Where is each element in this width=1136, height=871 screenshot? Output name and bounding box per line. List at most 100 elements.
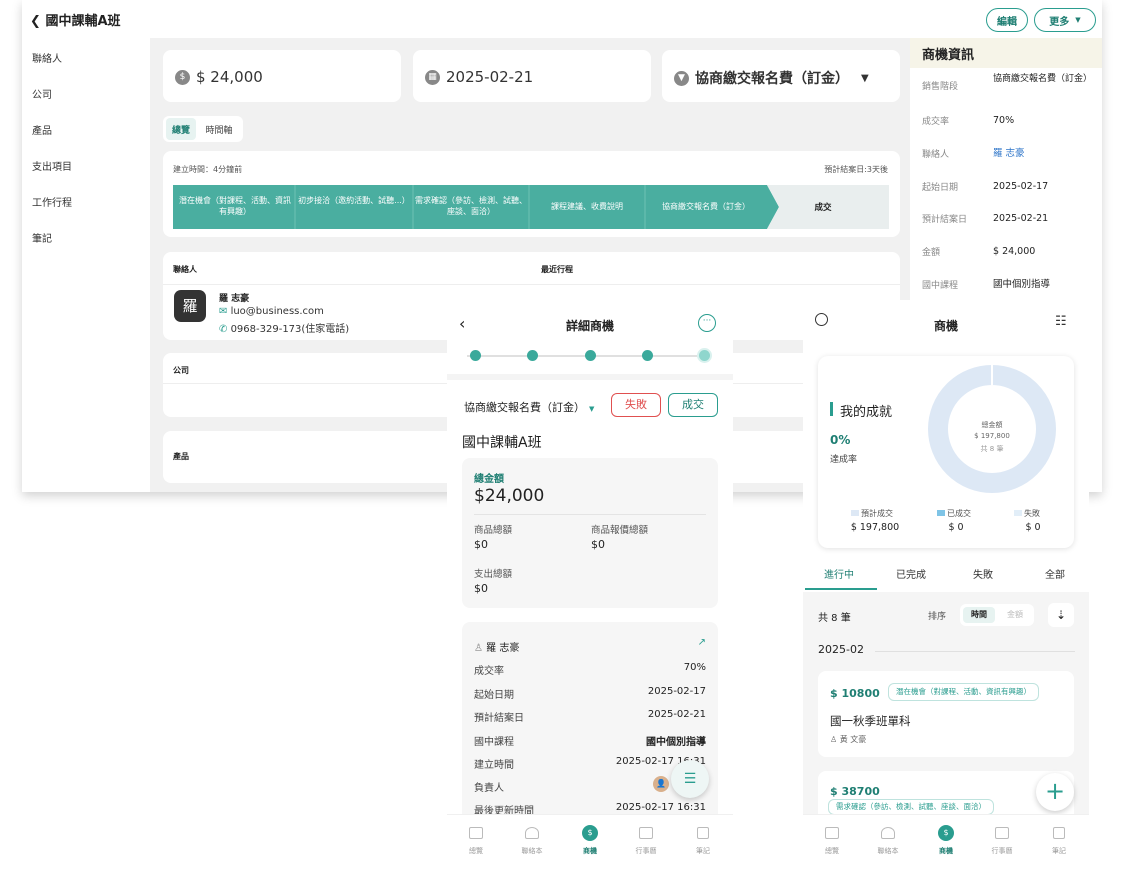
stage-step-3[interactable]: 需求確認（參訪、檢測、試聽、座談、面洽） bbox=[415, 195, 527, 217]
phone-icon: ✆ bbox=[219, 324, 231, 335]
caret-down-icon: ▼ bbox=[861, 72, 869, 84]
stage-select-value: 協商繳交報名費（訂金） bbox=[695, 71, 849, 87]
calendar-icon[interactable] bbox=[995, 827, 1009, 839]
more-options-icon[interactable]: ··· bbox=[698, 314, 716, 332]
money-bag-icon: $ bbox=[175, 69, 190, 85]
deal-owner: ♙ 黃 文豪 bbox=[830, 734, 866, 745]
calendar-icon[interactable] bbox=[639, 827, 653, 839]
stage-step-6[interactable]: 成交 bbox=[783, 201, 863, 213]
person-icon: ♙ bbox=[830, 735, 840, 744]
contacts-icon[interactable] bbox=[525, 827, 539, 839]
contact-email[interactable]: ✉ luo@business.com bbox=[219, 306, 324, 317]
amount-summary: 總金額 $24,000 商品總額 $0 商品報價總額 $0 支出總額 $0 bbox=[462, 458, 718, 608]
tab-completed[interactable]: 已完成 bbox=[883, 566, 939, 581]
phone-deals-list: 商機 ☷ 我的成就 0% 達成率 總金額 $ 197,800 共 8 筆 預計成… bbox=[803, 300, 1089, 860]
stage-select[interactable]: ▼ 協商繳交報名費（訂金） ▼ bbox=[662, 50, 900, 102]
sidebar-item-expenses[interactable]: 支出項目 bbox=[32, 158, 72, 173]
divider bbox=[875, 651, 1075, 652]
donut-label: 總金額 bbox=[981, 421, 1003, 429]
deal-stage-tag: 需求確認（參訪、檢測、試聽、座談、面洽） bbox=[828, 799, 994, 815]
filter-icon[interactable]: ☷ bbox=[1055, 314, 1067, 329]
info-label: 起始日期 bbox=[922, 183, 959, 193]
tab-in-progress[interactable]: 進行中 bbox=[811, 566, 867, 581]
month-header: 2025-02 bbox=[818, 643, 864, 656]
info-label: 國中課程 bbox=[922, 281, 959, 291]
expected-close: 預計結案日:3天後 bbox=[824, 165, 888, 174]
deal-amount: $ 38700 bbox=[830, 785, 880, 798]
deal-info-panel: 商機資訊 銷售階段 協商繳交報名費（訂金） 成交率 70% 聯絡人 羅 志豪 起… bbox=[910, 38, 1102, 300]
notes-icon[interactable] bbox=[697, 827, 709, 839]
caret-down-icon: ▼ bbox=[1075, 16, 1081, 24]
deals-icon[interactable]: $ bbox=[582, 825, 598, 841]
sort-by-amount[interactable]: 金額 bbox=[999, 607, 1031, 623]
stage-dropdown-label: 協商繳交報名費（訂金） bbox=[464, 401, 585, 414]
step-dot bbox=[642, 350, 653, 361]
detail-contact: ♙ 羅 志豪 bbox=[474, 639, 519, 654]
info-value: 國中個別指導 bbox=[993, 279, 1051, 290]
nav-label: 聯絡本 bbox=[877, 847, 899, 855]
add-deal-button[interactable]: + bbox=[1036, 773, 1074, 811]
current-step-dot bbox=[699, 350, 710, 361]
dashboard-icon[interactable] bbox=[469, 827, 483, 839]
caret-down-icon: ▼ bbox=[589, 405, 595, 413]
sidebar: 聯絡人 公司 產品 支出項目 工作行程 筆記 bbox=[22, 38, 150, 492]
deals-icon[interactable]: $ bbox=[938, 825, 954, 841]
lose-button[interactable]: 失敗 bbox=[611, 393, 661, 417]
stage-dropdown[interactable]: 協商繳交報名費（訂金） ▼ bbox=[464, 399, 594, 415]
more-label: 更多 bbox=[1049, 16, 1070, 28]
nav-label: 行事曆 bbox=[991, 847, 1013, 855]
legend-swatch bbox=[937, 510, 945, 516]
tab-overview[interactable]: 總覽 bbox=[166, 118, 196, 140]
legend-label: 失敗 bbox=[1024, 509, 1040, 518]
recent-header: 最近行程 bbox=[541, 265, 573, 274]
deal-stage-tag: 潛在機會（對課程、活動、資訊有興趣） bbox=[888, 683, 1039, 701]
more-button[interactable]: 更多 ▼ bbox=[1034, 8, 1096, 32]
sort-by-time[interactable]: 時間 bbox=[963, 607, 995, 623]
info-label: 金額 bbox=[922, 248, 941, 258]
notes-icon[interactable] bbox=[1053, 827, 1065, 839]
detail-value: 國中個別指導 bbox=[646, 737, 706, 748]
dashboard-icon[interactable] bbox=[825, 827, 839, 839]
achievement-card: 我的成就 0% 達成率 總金額 $ 197,800 共 8 筆 預計成交 $ 1… bbox=[818, 356, 1074, 548]
contact-name[interactable]: 羅 志豪 bbox=[219, 291, 249, 304]
deal-card[interactable]: $ 10800 潛在機會（對課程、活動、資訊有興趣） 國一秋季班單科 ♙ 黃 文… bbox=[818, 671, 1074, 757]
stage-step-1[interactable]: 潛在機會（對課程、活動、資訊有興趣） bbox=[177, 195, 293, 217]
detail-label: 建立時間 bbox=[474, 760, 514, 771]
info-value: $ 24,000 bbox=[993, 246, 1036, 257]
stage-step-4[interactable]: 課程建議、收費說明 bbox=[531, 201, 643, 212]
back-title[interactable]: ❮ 國中課輔A班 bbox=[30, 10, 121, 29]
sidebar-item-contacts[interactable]: 聯絡人 bbox=[32, 50, 62, 65]
sort-order-icon[interactable]: ⇣ bbox=[1048, 603, 1074, 627]
legend-label: 預計成交 bbox=[861, 509, 893, 518]
sidebar-item-products[interactable]: 產品 bbox=[32, 122, 52, 137]
stage-step-5[interactable]: 協商繳交報名費（訂金） bbox=[647, 201, 765, 212]
detail-value: 2025-02-17 16:31 bbox=[615, 802, 706, 813]
external-link-icon[interactable]: ↗ bbox=[698, 637, 706, 648]
info-title: 商機資訊 bbox=[910, 38, 1102, 68]
divider bbox=[163, 284, 900, 285]
amount-card[interactable]: $ $ 24,000 bbox=[163, 50, 401, 102]
tab-failed[interactable]: 失敗 bbox=[955, 566, 1011, 581]
tab-timeline[interactable]: 時間軸 bbox=[199, 118, 239, 140]
sidebar-item-notes[interactable]: 筆記 bbox=[32, 230, 52, 245]
screenshot-root: ❮ 國中課輔A班 編輯 更多 ▼ 聯絡人 公司 產品 支出項目 工作行程 筆記 … bbox=[0, 0, 1136, 871]
contact-header: 聯絡人 bbox=[173, 265, 197, 274]
divider bbox=[474, 514, 706, 515]
stage-step-2[interactable]: 初步接洽（邀約活動、試聽...） bbox=[297, 195, 411, 206]
contact-phone[interactable]: ✆ 0968-329-173(住家電話) bbox=[219, 320, 349, 335]
owner-avatar: 👤 bbox=[653, 776, 669, 792]
chat-fab-icon[interactable]: ☰ bbox=[671, 760, 709, 798]
created-time: 建立時間：4分鐘前 bbox=[173, 165, 243, 174]
win-button[interactable]: 成交 bbox=[668, 393, 718, 417]
edit-button[interactable]: 編輯 bbox=[986, 8, 1028, 32]
sidebar-item-schedule[interactable]: 工作行程 bbox=[32, 194, 72, 209]
detail-label: 負責人 bbox=[474, 783, 504, 794]
date-card[interactable]: ▦ 2025-02-21 bbox=[413, 50, 651, 102]
info-contact-link[interactable]: 羅 志豪 bbox=[993, 147, 1093, 160]
tab-all[interactable]: 全部 bbox=[1027, 566, 1083, 581]
nav-label: 筆記 bbox=[1052, 847, 1066, 855]
info-value: 2025-02-21 bbox=[993, 213, 1049, 224]
sidebar-item-company[interactable]: 公司 bbox=[32, 86, 52, 101]
contacts-icon[interactable] bbox=[881, 827, 895, 839]
donut-amount: $ 197,800 bbox=[974, 432, 1010, 440]
